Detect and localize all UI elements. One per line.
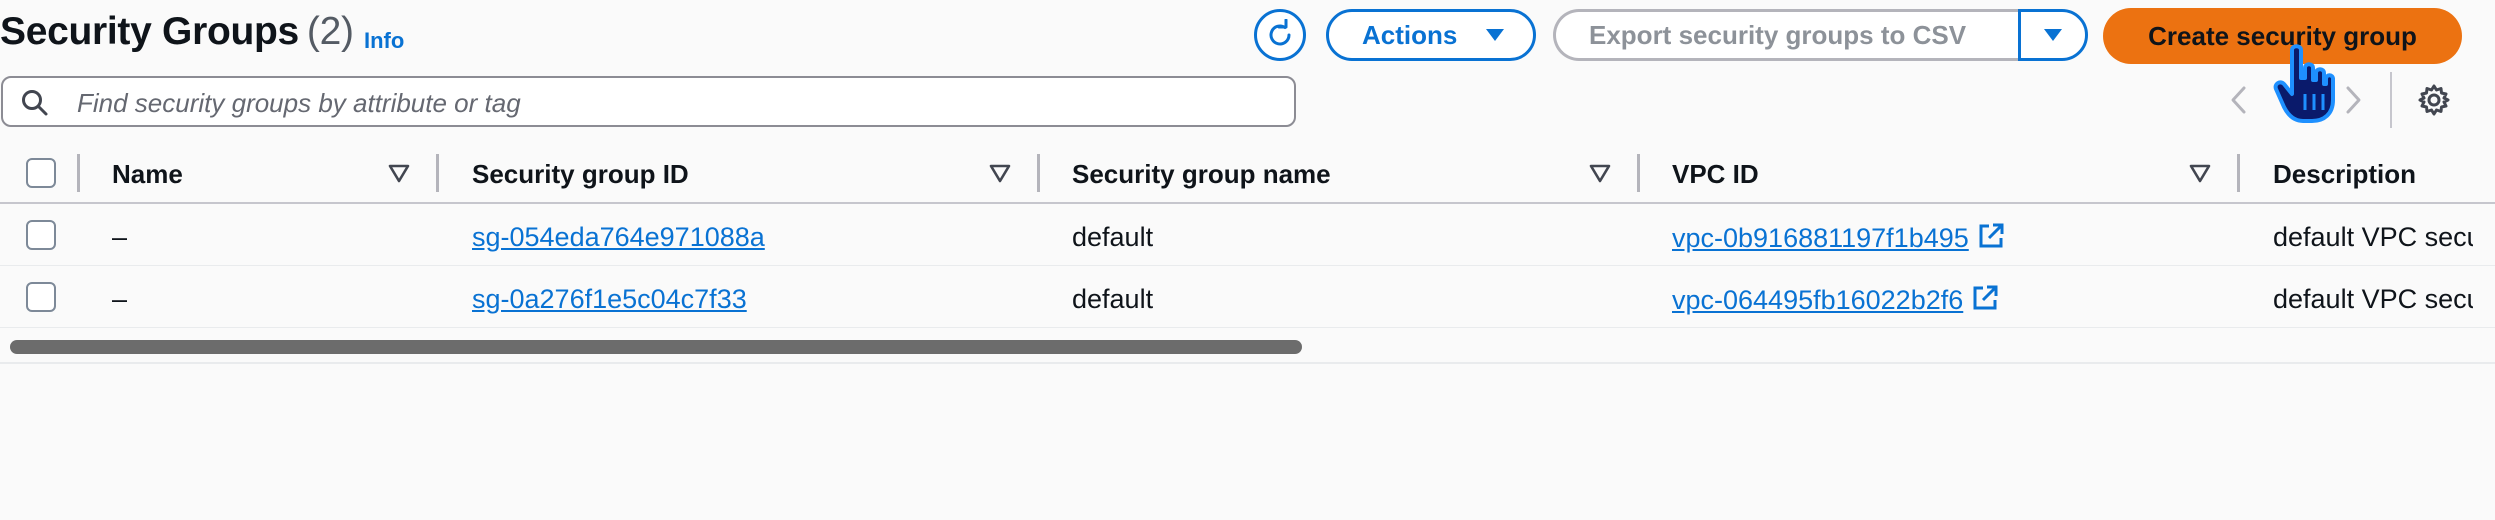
column-header-group-id[interactable]: Security group ID — [472, 159, 689, 190]
column-resizer[interactable] — [1037, 154, 1040, 192]
create-security-group-button[interactable]: Create security group — [2103, 8, 2462, 64]
caret-down-icon — [2044, 29, 2062, 41]
divider — [0, 362, 2495, 364]
cell-description: default VPC security group — [2273, 284, 2473, 314]
cell-name: – — [112, 222, 128, 252]
external-link-icon[interactable] — [1971, 284, 1999, 312]
sort-icon[interactable] — [1589, 164, 1611, 184]
settings-gear-icon[interactable] — [2417, 83, 2451, 117]
sort-icon[interactable] — [388, 164, 410, 184]
column-header-name[interactable]: Name — [112, 159, 183, 190]
actions-label: Actions — [1362, 19, 1458, 50]
select-all-checkbox[interactable] — [26, 158, 56, 188]
toolbar-divider — [2390, 72, 2392, 128]
search-input[interactable] — [75, 84, 1279, 122]
cell-group-name: default — [1072, 284, 1154, 314]
cell-group-name: default — [1072, 222, 1154, 252]
cell-vpc-id: vpc-064495fb16022b2f6 — [1672, 284, 1999, 316]
table-row[interactable]: – sg-054eda764e971088a default vpc-0b916… — [0, 204, 2495, 266]
chevron-left-icon[interactable] — [2228, 84, 2250, 116]
export-csv-button[interactable]: Export security groups to CSV — [1553, 9, 2018, 61]
cell-vpc-id: vpc-0b916881197f1b495 — [1672, 222, 2005, 254]
row-checkbox[interactable] — [26, 220, 56, 250]
column-header-group-name[interactable]: Security group name — [1072, 159, 1331, 190]
table-header-row: Name Security group ID Security group na… — [0, 142, 2495, 204]
column-header-vpc-id[interactable]: VPC ID — [1672, 159, 1759, 190]
cell-group-id-link[interactable]: sg-0a276f1e5c04c7f33 — [472, 284, 747, 315]
column-resizer[interactable] — [1637, 154, 1640, 192]
actions-button[interactable]: Actions — [1326, 9, 1536, 61]
chevron-right-icon[interactable] — [2342, 84, 2364, 116]
vpc-id-link[interactable]: vpc-0b916881197f1b495 — [1672, 223, 1969, 253]
column-separator — [77, 154, 80, 192]
refresh-icon — [1269, 19, 1291, 46]
cell-group-id-link[interactable]: sg-054eda764e971088a — [472, 222, 765, 253]
cell-name: – — [112, 284, 128, 314]
horizontal-scrollbar[interactable] — [10, 340, 1302, 354]
create-label: Create security group — [2148, 20, 2417, 51]
page-header: Security Groups (2) Info Actions Export s… — [0, 0, 2495, 70]
sort-icon[interactable] — [2189, 164, 2211, 184]
export-label: Export security groups to CSV — [1589, 19, 1967, 50]
caret-down-icon — [1486, 29, 1505, 41]
search-field[interactable] — [1, 76, 1296, 127]
sort-icon[interactable] — [989, 164, 1011, 184]
cell-description: default VPC security group — [2273, 222, 2473, 252]
info-link[interactable]: Info — [364, 28, 404, 54]
column-header-description[interactable]: Description — [2273, 159, 2416, 190]
export-options-dropdown[interactable] — [2018, 9, 2088, 61]
table-row[interactable]: – sg-0a276f1e5c04c7f33 default vpc-06449… — [0, 266, 2495, 328]
refresh-button[interactable] — [1254, 9, 1306, 61]
page-title-text: Security Groups — [0, 10, 299, 53]
page-title: Security Groups (2) — [0, 10, 354, 54]
external-link-icon[interactable] — [1977, 222, 2005, 250]
resource-count: (2) — [306, 10, 354, 53]
vpc-id-link[interactable]: vpc-064495fb16022b2f6 — [1672, 285, 1963, 315]
column-resizer[interactable] — [2237, 154, 2240, 192]
row-checkbox[interactable] — [26, 282, 56, 312]
search-icon — [22, 90, 48, 116]
column-resizer[interactable] — [436, 154, 439, 192]
